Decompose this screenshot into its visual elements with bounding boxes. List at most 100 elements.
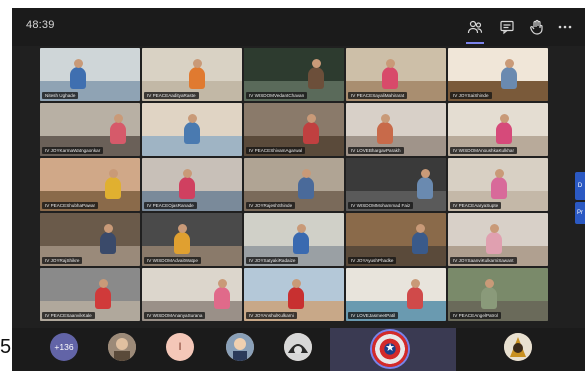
participant-figure — [184, 122, 200, 144]
video-feed — [448, 48, 548, 81]
participant-head — [73, 59, 83, 68]
video-feed — [244, 158, 344, 191]
video-tile[interactable]: IV WISDOMAnoushkaKulkhar — [448, 103, 548, 156]
active-speaker-tile[interactable] — [330, 328, 456, 371]
participant-avatar[interactable] — [504, 333, 532, 361]
participant-name-label: IV JOYRajeshShinde — [246, 202, 296, 209]
video-tile[interactable]: IV PEACEAaryaSupte — [448, 158, 548, 211]
participants-icon[interactable] — [462, 14, 488, 44]
participant-name-label: IV PEACEShubhaPawar — [42, 202, 99, 209]
participant-head — [420, 169, 430, 178]
video-feed — [40, 268, 140, 301]
participant-name-label: IV JOYSaiShinde — [450, 92, 492, 99]
participant-figure — [179, 177, 195, 199]
video-tile[interactable]: IV WISDOMVedantChavan — [244, 48, 344, 101]
participant-name-label: IV LOVEBhargavParakh — [348, 147, 404, 154]
video-tile[interactable]: IV PEACEAadityaRaste — [142, 48, 242, 101]
side-panel-tab-bottom[interactable]: Pr — [575, 202, 585, 224]
participant-head — [103, 224, 113, 233]
participant-figure — [70, 67, 86, 89]
participant-name-label: IV JOYSaanviKulkarniSawant — [450, 257, 517, 264]
video-tile[interactable]: IV JOYSatyakiRadaize — [244, 213, 344, 266]
participant-avatar[interactable] — [108, 333, 136, 361]
video-tile[interactable]: IV JOYAyushPhadke — [346, 213, 446, 266]
video-tile[interactable]: IV WISDOMAdvaitWatpe — [142, 213, 242, 266]
overflow-participants-badge[interactable]: +136 — [50, 333, 78, 361]
more-options-icon[interactable] — [552, 14, 578, 40]
participant-name-label: IV JOYAnshulKulkarni — [246, 312, 297, 319]
participant-figure — [105, 177, 121, 199]
video-tile[interactable]: IV PEACEAngelPatrol — [448, 268, 548, 321]
participant-name-label: IV PEACESayaliMahirarat — [348, 92, 408, 99]
video-feed — [346, 103, 446, 136]
participant-figure — [110, 122, 126, 144]
video-tile[interactable]: IV LOVEJasmeetPatil — [346, 268, 446, 321]
participant-head — [410, 279, 420, 288]
video-tile[interactable]: IV PEACESaanvikKale — [40, 268, 140, 321]
participant-name-label: IV WISDOMVedantChavan — [246, 92, 308, 99]
participant-name-label: IV JOYKarmaWatngaonkar — [42, 147, 104, 154]
participant-head — [306, 114, 316, 123]
participant-head — [187, 114, 197, 123]
participant-figure — [95, 287, 111, 309]
video-tile[interactable] — [142, 103, 242, 156]
video-tile[interactable]: IV PEACESayaliMahirarat — [346, 48, 446, 101]
side-panel-tab-top[interactable]: D — [575, 172, 585, 200]
participant-figure — [407, 287, 423, 309]
video-tile[interactable]: IV PEACEOjasRanade — [142, 158, 242, 211]
video-tile[interactable]: IV JOYRajShikre — [40, 213, 140, 266]
participant-head — [301, 169, 311, 178]
participant-figure — [486, 232, 502, 254]
participant-figure — [412, 232, 428, 254]
participant-name-label: IV PEACEAadityaRaste — [144, 92, 199, 99]
participant-head — [113, 114, 123, 123]
video-tile[interactable]: IV PEACEShivamAgarwal — [244, 103, 344, 156]
participant-figure — [377, 122, 393, 144]
participant-name-label: IV WISDOMAdvaitWatpe — [144, 257, 201, 264]
video-tile[interactable]: IV JOYSaanviKulkarniSawant — [448, 213, 548, 266]
participant-head — [380, 114, 390, 123]
video-grid: Nitesh Ughade IV PEACEAadityaRaste IV WISD… — [40, 48, 550, 328]
captain-shield-avatar-icon — [372, 331, 408, 367]
participant-name-label: IV WISDOMMohammad Faiz — [348, 202, 414, 209]
participant-figure — [214, 287, 230, 309]
video-tile[interactable]: IV JOYAnshulKulkarni — [244, 268, 344, 321]
raise-hand-icon[interactable] — [524, 14, 550, 40]
participant-name-label: IV WISDOMAnanyaSurana — [144, 312, 206, 319]
video-feed — [40, 158, 140, 191]
participant-initial-avatar[interactable]: I — [166, 333, 194, 361]
video-tile[interactable]: IV WISDOMAnanyaSurana — [142, 268, 242, 321]
video-tile[interactable]: IV LOVEBhargavParakh — [346, 103, 446, 156]
participant-head — [311, 59, 321, 68]
participant-head — [489, 224, 499, 233]
video-tile[interactable]: IV JOYSaiShinde — [448, 48, 548, 101]
participant-head — [217, 279, 227, 288]
video-feed — [448, 268, 548, 301]
participant-head — [499, 114, 509, 123]
participant-name-label: IV JOYSatyakiRadaize — [246, 257, 299, 264]
participant-head — [108, 169, 118, 178]
participant-head — [98, 279, 108, 288]
participant-figure — [491, 177, 507, 199]
chat-icon[interactable] — [494, 14, 520, 40]
participant-avatar[interactable] — [226, 333, 254, 361]
participant-avatar[interactable] — [284, 333, 312, 361]
video-tile[interactable]: IV WISDOMMohammad Faiz — [346, 158, 446, 211]
video-tile[interactable]: IV JOYKarmaWatngaonkar — [40, 103, 140, 156]
participant-head — [494, 169, 504, 178]
participant-figure — [382, 67, 398, 89]
participant-head — [177, 224, 187, 233]
video-feed — [346, 213, 446, 246]
participant-figure — [100, 232, 116, 254]
participant-name-label: IV LOVEJasmeetPatil — [348, 312, 399, 319]
participant-figure — [293, 232, 309, 254]
video-tile[interactable]: IV PEACEShubhaPawar — [40, 158, 140, 211]
participant-name-label: IV JOYRajShikre — [42, 257, 83, 264]
participant-figure — [417, 177, 433, 199]
participant-head — [415, 224, 425, 233]
participant-figure — [501, 67, 517, 89]
video-tile[interactable]: IV JOYRajeshShinde — [244, 158, 344, 211]
video-tile[interactable]: Nitesh Ughade — [40, 48, 140, 101]
participant-name-label: IV PEACEAngelPatrol — [450, 312, 501, 319]
participant-figure — [189, 67, 205, 89]
